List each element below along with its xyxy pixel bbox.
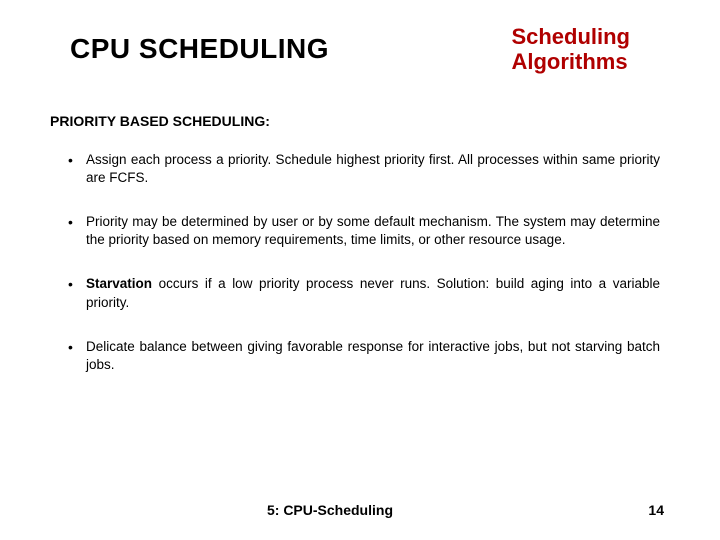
subtitle-line-1: Scheduling xyxy=(511,24,630,49)
slide: CPU SCHEDULING Scheduling Algorithms PRI… xyxy=(0,0,720,540)
footer-chapter: 5: CPU-Scheduling xyxy=(56,502,604,518)
page-subtitle: Scheduling Algorithms xyxy=(511,24,670,75)
footer-page-number: 14 xyxy=(604,502,664,518)
page-title: CPU SCHEDULING xyxy=(50,33,329,65)
slide-footer: 5: CPU-Scheduling 14 xyxy=(0,502,720,518)
list-item: Delicate balance between giving favorabl… xyxy=(86,338,660,374)
list-item: Assign each process a priority. Schedule… xyxy=(86,151,660,187)
slide-header: CPU SCHEDULING Scheduling Algorithms xyxy=(50,24,670,75)
bullet-text: occurs if a low priority process never r… xyxy=(86,276,660,309)
list-item: Priority may be determined by user or by… xyxy=(86,213,660,249)
bullet-text: Assign each process a priority. Schedule… xyxy=(86,152,660,185)
section-heading: PRIORITY BASED SCHEDULING: xyxy=(50,113,670,129)
list-item: Starvation occurs if a low priority proc… xyxy=(86,275,660,311)
subtitle-line-2: Algorithms xyxy=(511,49,630,74)
bullet-text: Priority may be determined by user or by… xyxy=(86,214,660,247)
bullet-bold-prefix: Starvation xyxy=(86,276,152,291)
bullet-text: Delicate balance between giving favorabl… xyxy=(86,339,660,372)
bullet-list: Assign each process a priority. Schedule… xyxy=(50,151,670,375)
